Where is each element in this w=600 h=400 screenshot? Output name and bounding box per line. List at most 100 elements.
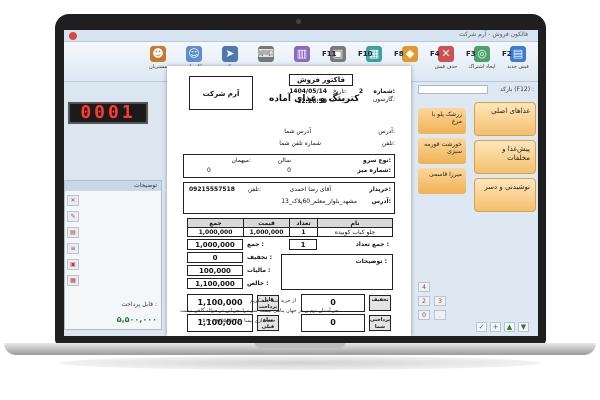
net-label: خالص : bbox=[247, 280, 269, 287]
total-qty-label: جمع تعداد : bbox=[355, 241, 389, 248]
table-label: شماره میز: bbox=[357, 167, 391, 174]
phone-value: شماره تلفن شما bbox=[279, 140, 321, 147]
confirm-icon[interactable]: ✓ bbox=[476, 322, 487, 332]
customer-name: آقای رضا احمدی bbox=[289, 186, 331, 193]
menu-pane: بارکد (F12) : زرشک پلو با مرغ خورشت قورم… bbox=[414, 82, 538, 336]
toolbar-button-label: مشتریان bbox=[149, 64, 167, 70]
notes-label: توضیحات : bbox=[355, 258, 387, 265]
tag-icon: ◆ bbox=[402, 46, 418, 62]
total-label: قابل پرداخت : bbox=[121, 301, 157, 308]
grid-tools: ✕ ✎ ▤ ≡ ▣ ▦ bbox=[67, 195, 81, 291]
toolbar-button[interactable]: ◎ F3 ایجاد اشتراک bbox=[466, 45, 498, 77]
guest-value: 0 bbox=[207, 167, 211, 174]
keypad-key[interactable]: 4 bbox=[418, 282, 430, 292]
thanks-text: از خرید شما متشکریم bbox=[250, 298, 296, 304]
row-price: 1,000,000 bbox=[243, 227, 290, 237]
printer-icon: ▥ bbox=[294, 46, 310, 62]
remain-label: تخفیف bbox=[369, 295, 391, 311]
col-name: نام bbox=[317, 218, 393, 228]
customer-label: خریدار: bbox=[369, 186, 391, 193]
food-item[interactable]: خورشت قورمه سبزی bbox=[418, 138, 466, 164]
barcode-input[interactable] bbox=[418, 85, 488, 94]
grid-header: توضیحات bbox=[65, 181, 161, 191]
down-icon[interactable]: ▼ bbox=[518, 322, 529, 332]
note-icon[interactable]: ▤ bbox=[67, 227, 79, 238]
function-key-label: F8 bbox=[394, 50, 404, 58]
function-key-label: F10 bbox=[358, 50, 373, 58]
food-item[interactable]: میرزا قاسمی bbox=[418, 168, 466, 194]
delete-row-icon[interactable]: ✕ bbox=[67, 195, 79, 206]
footer-phone: حسابداری نیمنا ۰۹۱۵۵۵۵۱۳۸۱ - ۰۵۱ bbox=[200, 318, 276, 324]
food-item[interactable]: زرشک پلو با مرغ bbox=[418, 108, 466, 134]
receipt-number-display: 0001 bbox=[68, 102, 148, 124]
tax-value: 100,000 bbox=[187, 265, 243, 276]
users-icon: ☺ bbox=[186, 46, 202, 62]
function-key-label: F4 bbox=[430, 50, 440, 58]
customer-address: مشهد_بلوار_معلم_60پلاک_13 bbox=[281, 198, 357, 205]
category-appetizers[interactable]: پیش‌غذا و مخلفات bbox=[474, 140, 536, 174]
business-name: کترینگ و غذای آماده bbox=[269, 94, 360, 104]
service-type-label: نوع سرو: bbox=[363, 157, 391, 164]
cart-icon[interactable]: ▣ bbox=[67, 259, 79, 270]
keypad-key[interactable]: 0 bbox=[418, 310, 430, 320]
total-value: ۵,۵۰۰,۰۰۰ bbox=[116, 315, 157, 324]
order-pane: 0001 توضیحات ✕ ✎ ▤ ≡ ▣ ▦ قابل پرداخت : ۵… bbox=[64, 82, 164, 336]
new-receipt-icon: ▤ bbox=[510, 46, 526, 62]
invoice-title: فاکتور فروش bbox=[289, 74, 353, 86]
customer-phone-label: تلفن: bbox=[247, 186, 261, 193]
courier-icon: ➤ bbox=[222, 46, 238, 62]
col-qty: تعداد bbox=[289, 218, 318, 228]
guest-label: میهمان: bbox=[231, 157, 251, 164]
laptop-notch bbox=[255, 343, 345, 348]
add-icon[interactable]: + bbox=[490, 322, 501, 332]
row-qty: 1 bbox=[289, 227, 318, 237]
invoice-preview: فاکتور فروش آرم شرکت شماره: 2 تاریخ: 140… bbox=[167, 66, 411, 336]
function-key-label: F3 bbox=[466, 50, 476, 58]
table-row: 1,000,000 1,000,000 1 جلو کباب کوبیده bbox=[187, 227, 393, 237]
toolbar-button[interactable]: ✕ F4 حذف فیش bbox=[430, 45, 462, 77]
invoice-number: 2 bbox=[358, 88, 363, 95]
col-total: جمع bbox=[187, 218, 244, 228]
order-items-grid[interactable]: توضیحات ✕ ✎ ▤ ≡ ▣ ▦ قابل پرداخت : ۵,۵۰۰,… bbox=[64, 180, 162, 330]
customer-address-label: آدرس: bbox=[371, 198, 391, 205]
net-value: 1,100,000 bbox=[187, 278, 243, 289]
print-icon[interactable]: ▦ bbox=[67, 275, 79, 286]
row-name: جلو کباب کوبیده bbox=[317, 227, 393, 237]
balance-label: پرداختی شما bbox=[369, 315, 391, 331]
function-key-label: F11 bbox=[322, 50, 337, 58]
close-icon[interactable] bbox=[69, 32, 77, 40]
server-label: گارسون: bbox=[372, 96, 395, 103]
sum-value: 1,000,000 bbox=[187, 239, 243, 250]
laptop-shadow bbox=[60, 356, 540, 370]
invoice-number-label: شماره: bbox=[373, 88, 395, 95]
sum-label: جمع : bbox=[247, 241, 264, 248]
keyboard-icon: ⌨ bbox=[258, 46, 274, 62]
keypad-key[interactable]: . bbox=[434, 310, 446, 320]
subscription-icon: ◎ bbox=[474, 46, 490, 62]
keypad-key[interactable]: 3 bbox=[434, 296, 446, 306]
toolbar-button[interactable]: ▤ F2 فیش جدید bbox=[502, 45, 534, 77]
list-icon[interactable]: ≡ bbox=[67, 243, 79, 254]
category-drinks[interactable]: نوشیدنی و دسر bbox=[474, 178, 536, 212]
function-key-label: F2 bbox=[502, 50, 512, 58]
edit-row-icon[interactable]: ✎ bbox=[67, 211, 79, 222]
title-bar: فالکون فروش - آرم شرکت bbox=[64, 30, 538, 42]
discount-label: تخفیف : bbox=[247, 254, 272, 261]
keypad-key[interactable]: 2 bbox=[418, 296, 430, 306]
window-title: فالکون فروش - آرم شرکت bbox=[459, 31, 528, 38]
toolbar-button-label: حذف فیش bbox=[434, 64, 458, 70]
customer-phone: 09215557518 bbox=[189, 186, 235, 193]
tax-label: مالیات : bbox=[247, 267, 271, 274]
address-value: آدرس شما bbox=[284, 128, 311, 135]
delete-receipt-icon: ✕ bbox=[438, 46, 454, 62]
category-main-dishes[interactable]: غذاهای اصلی bbox=[474, 102, 536, 136]
phone-label: تلفن: bbox=[381, 140, 395, 147]
balance-amount: 0 bbox=[301, 314, 365, 332]
barcode-label: بارکد (F12) : bbox=[499, 86, 534, 93]
customers-icon: ☻ bbox=[150, 46, 166, 62]
webcam-icon bbox=[296, 19, 301, 24]
company-logo: آرم شرکت bbox=[189, 76, 253, 110]
footer-verse: جز آستان توم ن در جهان پناهی نیست سر مرا… bbox=[180, 308, 339, 314]
up-icon[interactable]: ▲ bbox=[504, 322, 515, 332]
service-type-value: سالن bbox=[277, 157, 291, 164]
